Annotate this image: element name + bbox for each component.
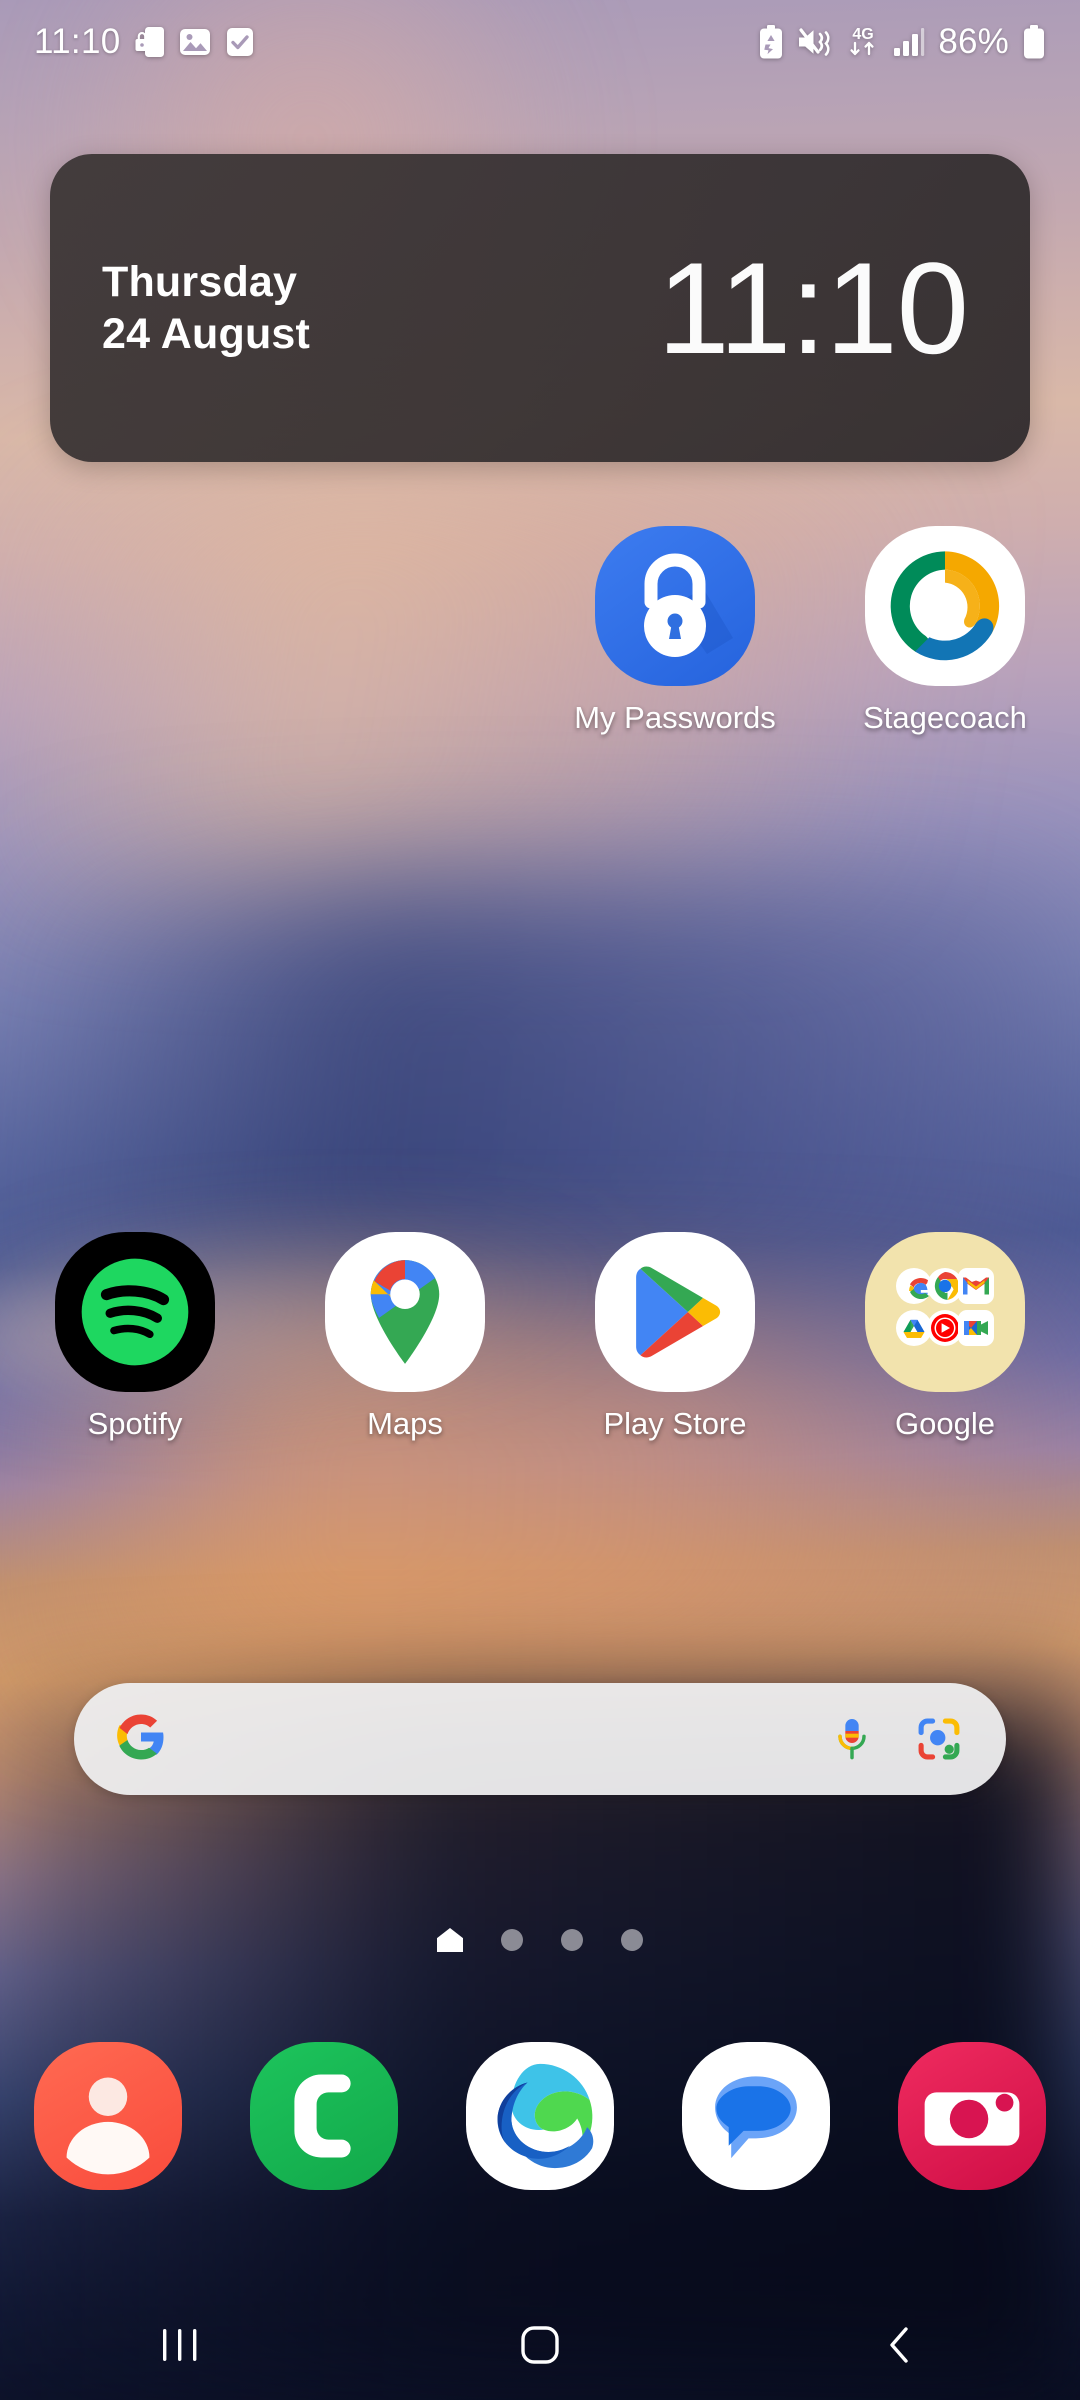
battery-saver-icon — [758, 25, 784, 59]
app-icon — [55, 1232, 215, 1392]
app-play-store[interactable]: Play Store — [540, 1232, 810, 1443]
clock-widget-date: 24 August — [102, 310, 311, 358]
page-indicator-dot[interactable] — [561, 1929, 583, 1951]
app-label: My Passwords — [574, 700, 776, 735]
app-icon — [682, 2042, 830, 2190]
secure-folder-icon — [135, 25, 165, 59]
gallery-icon — [179, 26, 211, 58]
google-g-icon — [114, 1710, 168, 1769]
dock-phone[interactable] — [216, 2042, 432, 2190]
sound-mute-vibrate-icon — [797, 27, 833, 57]
microphone-icon[interactable] — [830, 1715, 874, 1763]
google-search-bar[interactable] — [74, 1683, 1006, 1795]
status-bar-left: 11:10 — [34, 22, 255, 62]
app-icon — [595, 1232, 755, 1392]
app-stagecoach[interactable]: Stagecoach — [810, 526, 1080, 737]
folder-google[interactable]: Google — [810, 1232, 1080, 1443]
signal-strength-icon — [893, 27, 925, 57]
page-indicator[interactable] — [0, 1928, 1080, 1952]
dock-contacts[interactable] — [0, 2042, 216, 2190]
folder-icon — [865, 1232, 1025, 1392]
nav-recents-button[interactable] — [0, 2290, 360, 2400]
tasks-icon — [225, 26, 255, 58]
app-icon — [865, 526, 1025, 686]
app-icon — [250, 2042, 398, 2190]
page-indicator-dot[interactable] — [621, 1929, 643, 1951]
dock-camera[interactable] — [864, 2042, 1080, 2190]
dock-edge[interactable] — [432, 2042, 648, 2190]
app-label: Play Store — [603, 1406, 747, 1441]
app-icon — [34, 2042, 182, 2190]
dock-messages[interactable] — [648, 2042, 864, 2190]
app-label: Spotify — [87, 1406, 183, 1441]
app-label: Maps — [367, 1406, 443, 1441]
search-input[interactable] — [168, 1719, 788, 1759]
status-bar-clock: 11:10 — [34, 22, 121, 61]
app-label: Stagecoach — [863, 700, 1027, 735]
app-grid-row-2: Spotify Maps Play Store Google — [0, 1232, 1080, 1443]
svg-text:4G: 4G — [853, 26, 874, 43]
google-lens-icon[interactable] — [916, 1716, 962, 1762]
clock-widget-date-block: Thursday 24 August — [102, 256, 310, 361]
app-grid-row-1: My Passwords Stagecoach — [0, 526, 1080, 737]
app-label: Google — [895, 1406, 995, 1441]
navigation-bar — [0, 2290, 1080, 2400]
app-spotify[interactable]: Spotify — [0, 1232, 270, 1443]
nav-home-button[interactable] — [360, 2290, 720, 2400]
status-bar[interactable]: 11:10 4G 86% — [0, 0, 1080, 84]
app-maps[interactable]: Maps — [270, 1232, 540, 1443]
app-icon — [898, 2042, 1046, 2190]
clock-widget[interactable]: Thursday 24 August 11:10 — [50, 154, 1030, 462]
home-screen: 11:10 4G 86% Thursday 24 August 11:10 My… — [0, 0, 1080, 2400]
network-type-icon: 4G — [846, 23, 880, 61]
clock-widget-weekday: Thursday — [102, 257, 298, 306]
page-indicator-home-icon[interactable] — [437, 1928, 463, 1952]
nav-back-button[interactable] — [720, 2290, 1080, 2400]
battery-percent-label: 86% — [938, 22, 1009, 61]
page-indicator-dot[interactable] — [501, 1929, 523, 1951]
status-bar-right: 4G 86% — [758, 22, 1046, 62]
battery-icon — [1022, 25, 1046, 59]
app-icon — [466, 2042, 614, 2190]
dock — [0, 2042, 1080, 2190]
app-my-passwords[interactable]: My Passwords — [540, 526, 810, 737]
app-icon — [595, 526, 755, 686]
clock-widget-time: 11:10 — [657, 235, 969, 381]
app-icon — [325, 1232, 485, 1392]
